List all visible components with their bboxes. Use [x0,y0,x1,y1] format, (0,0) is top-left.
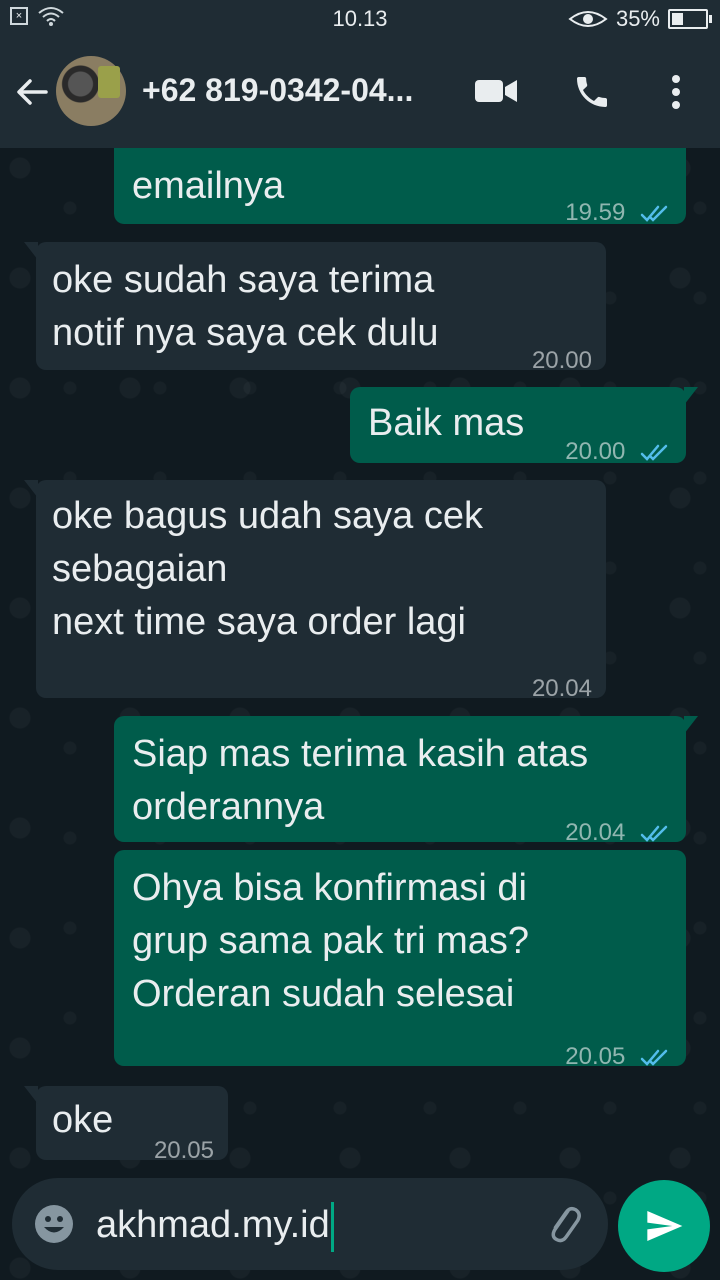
message-time: 20.04 [531,675,592,702]
contact-name[interactable]: +62 819-0342-04... [142,72,442,109]
text-caret [330,1202,334,1252]
send-icon [647,1211,683,1241]
message-bubble-outgoing[interactable]: Siap mas terima kasih atas orderannya 20… [114,716,698,846]
eye-icon [568,11,608,27]
message-text: Baik mas [368,402,525,444]
status-bar: × 10.13 35% [0,0,720,36]
read-receipt-icon [640,205,668,222]
chat-header: +62 819-0342-04... [0,36,720,148]
battery-percent: 35% [615,6,660,31]
message-bubble-incoming[interactable]: oke 20.05 [24,1086,228,1164]
read-receipt-icon [640,825,668,842]
message-text: Ohya bisa konfirmasi di grup sama pak tr… [132,867,530,1015]
bubble-tail [684,716,698,734]
message-bubble-incoming[interactable]: oke bagus udah saya cek sebagaian next t… [24,480,606,702]
message-time: 19.59 [565,199,626,226]
bubble-tail [684,387,698,405]
bubble-tail [24,480,38,498]
battery-fill [672,13,683,25]
message-time: 20.04 [565,819,626,846]
video-call-icon[interactable] [474,76,518,106]
avatar-decoration [98,66,120,98]
message-time: 20.05 [153,1137,214,1164]
message-bubble-outgoing[interactable]: Baik mas 20.00 [350,387,698,465]
message-input[interactable]: akhmad.my.id [96,1202,334,1252]
message-text: oke sudah saya terima notif nya saya cek… [52,259,439,354]
bubble-tail [24,242,38,260]
more-vert-icon[interactable] [668,74,684,110]
bubble-tail [24,1086,38,1104]
message-text: emailnya [132,165,285,207]
emoji-icon[interactable] [34,1204,74,1244]
message-meta: 20.05 [565,1030,670,1083]
back-arrow-icon[interactable] [14,74,50,110]
read-receipt-icon [640,444,668,461]
message-bubble-incoming[interactable]: oke sudah saya terima notif nya saya cek… [24,242,606,374]
read-receipt-icon [640,1049,668,1066]
message-time: 20.00 [531,347,592,374]
message-text: Siap mas terima kasih atas orderannya [132,733,589,828]
message-input-value: akhmad.my.id [96,1204,330,1247]
message-meta: 20.00 [565,425,670,478]
message-text: oke [52,1099,114,1141]
battery-icon [668,9,712,29]
phone-icon[interactable] [572,72,612,112]
message-time: 20.00 [565,438,626,465]
attach-icon[interactable] [540,1200,588,1248]
message-time: 20.05 [565,1043,626,1070]
message-text: oke bagus udah saya cek sebagaian next t… [52,495,483,643]
send-button[interactable] [618,1180,710,1272]
message-bubble-outgoing[interactable]: Ohya bisa konfirmasi di grup sama pak tr… [114,850,686,1070]
message-input-box[interactable]: akhmad.my.id [12,1178,608,1270]
